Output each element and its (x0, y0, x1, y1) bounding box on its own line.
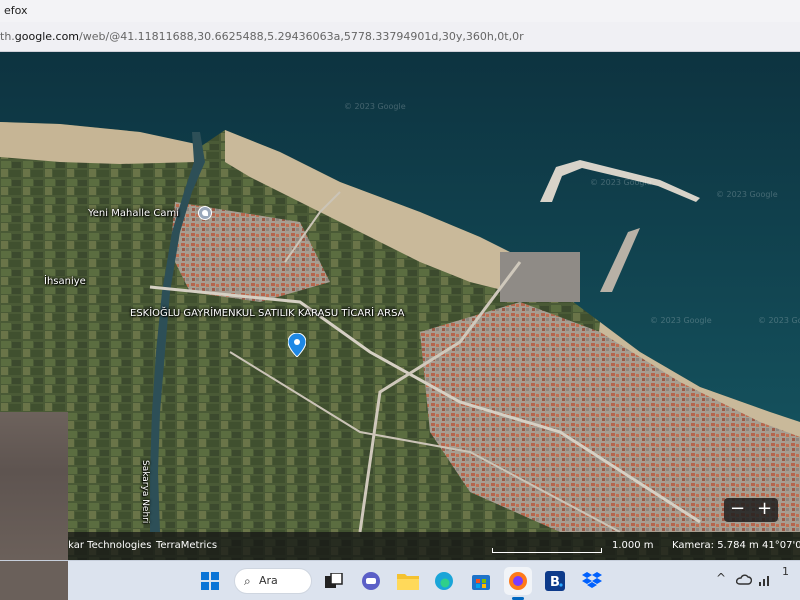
provider-attribution[interactable]: akar Technologies (62, 540, 151, 551)
window-title: efox (0, 0, 800, 22)
village-label[interactable]: İhsaniye (44, 276, 86, 287)
satellite-imagery (0, 52, 800, 560)
scale-label: 1.000 m (612, 540, 654, 551)
address-bar: th.google.com/web/@41.11811688,30.662548… (0, 22, 800, 52)
url-path: /web/@41.11811688,30.6625488,5.29436063a… (79, 30, 524, 43)
coordinate-readout: 41°07'0 (762, 540, 800, 551)
store-icon[interactable] (467, 567, 495, 595)
attribution-bar: akar Technologies TerraMetrics 1.000 m K… (0, 532, 800, 560)
zoom-out-button[interactable]: − (724, 498, 751, 522)
river-label: Sakarya Nehri (140, 460, 150, 524)
google-watermark: © 2023 Google (344, 102, 406, 111)
booking-icon[interactable]: B (541, 567, 569, 595)
location-pin-icon[interactable] (288, 333, 306, 357)
search-label: Ara (259, 574, 278, 587)
zoom-control: − + (724, 498, 778, 522)
search-icon: ⌕ (244, 574, 251, 588)
place-of-worship-icon[interactable] (198, 206, 212, 220)
url-field[interactable]: th.google.com/web/@41.11811688,30.662548… (0, 25, 800, 49)
dropbox-icon[interactable] (578, 567, 606, 595)
cloud-icon[interactable] (735, 573, 753, 588)
tray-page-indicator: 1 (782, 565, 789, 578)
url-prefix: th. (0, 30, 15, 43)
url-domain: google.com (14, 30, 80, 43)
photo-obstruction (0, 561, 68, 600)
google-watermark: © 2023 Google (758, 316, 800, 325)
satellite-map[interactable]: © 2023 Google © 2023 Google © 2023 Googl… (0, 52, 800, 560)
chat-icon[interactable] (357, 567, 385, 595)
photo-obstruction (0, 412, 68, 560)
scale-bar (492, 548, 602, 553)
firefox-icon[interactable] (504, 567, 532, 595)
taskbar-search[interactable]: ⌕ Ara (234, 568, 312, 594)
edge-icon[interactable] (430, 567, 458, 595)
camera-altitude: Kamera: 5.784 m (672, 540, 759, 551)
zoom-in-button[interactable]: + (751, 498, 778, 522)
terrametrics-attribution[interactable]: TerraMetrics (156, 540, 217, 551)
file-explorer-icon[interactable] (394, 567, 422, 595)
start-icon[interactable] (196, 567, 224, 595)
google-watermark: © 2023 Google (590, 178, 652, 187)
place-label[interactable]: ESKİOĞLU GAYRİMENKUL SATILIK KARASU TİCA… (130, 308, 404, 319)
svg-text:B: B (550, 575, 560, 590)
task-view-icon[interactable] (320, 567, 348, 595)
mosque-label[interactable]: Yeni Mahalle Cami (88, 208, 179, 219)
google-watermark: © 2023 Google (650, 316, 712, 325)
network-icon[interactable] (758, 573, 772, 590)
google-watermark: © 2023 Google (716, 190, 778, 199)
taskbar: ⌕ Ara B ^ 1 (0, 560, 800, 600)
tray-overflow-icon[interactable]: ^ (716, 571, 726, 585)
